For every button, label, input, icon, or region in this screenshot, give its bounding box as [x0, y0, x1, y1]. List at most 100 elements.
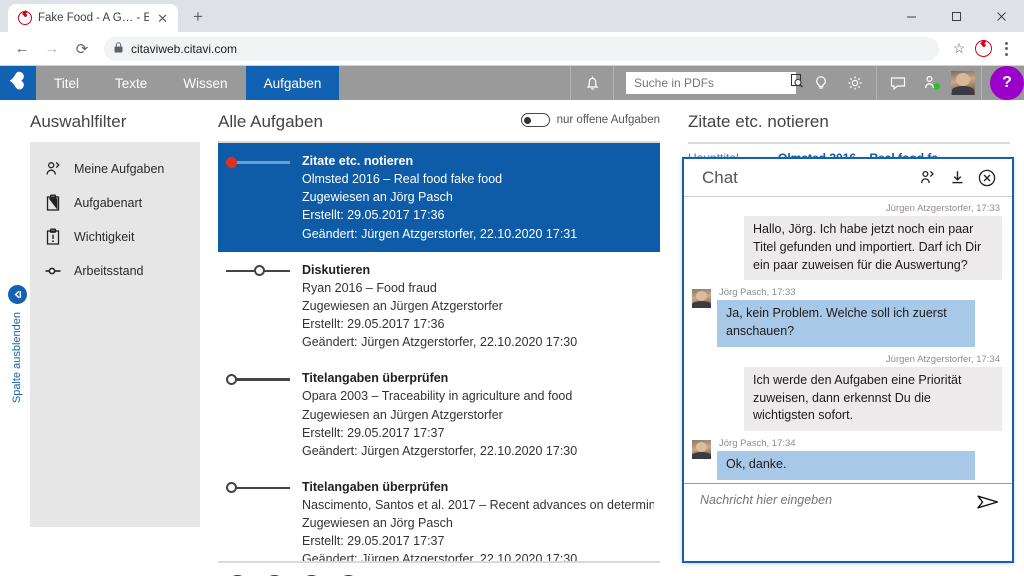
task-created: Erstellt: 29.05.2017 17:36 — [302, 317, 445, 331]
filter-item-meine-aufgaben[interactable]: Meine Aufgaben — [30, 152, 200, 186]
filter-label: Wichtigkeit — [74, 230, 135, 244]
send-icon[interactable] — [976, 493, 1000, 516]
pdf-search-icon[interactable] — [789, 73, 805, 94]
browser-tab-strip: Fake Food - A G… - Excerp ✕ + — [0, 0, 1024, 32]
chat-participants-icon[interactable] — [912, 163, 942, 193]
lock-icon — [114, 41, 123, 56]
task-title: Titelangaben überprüfen — [302, 371, 449, 386]
filters-title: Auswahlfilter — [30, 112, 127, 131]
chat-close-icon[interactable] — [972, 163, 1002, 193]
app-bar-spacer — [339, 66, 570, 100]
task-title: Diskutieren — [302, 262, 371, 277]
collaboration-group — [876, 66, 981, 100]
task-title: Zitate etc. notieren — [302, 154, 414, 168]
nav-item-aufgaben[interactable]: Aufgaben — [245, 66, 340, 100]
lightbulb-icon[interactable] — [806, 66, 836, 100]
bookmark-star-icon[interactable]: ☆ — [947, 40, 971, 57]
search-input[interactable] — [634, 76, 789, 90]
tab-close-icon[interactable]: ✕ — [155, 12, 170, 25]
task-modified: Geändert: Jürgen Atzgerstorfer, 22.10.20… — [302, 552, 578, 561]
nav-item-titel[interactable]: Titel — [36, 66, 97, 100]
task-modified: Geändert: Jürgen Atzgerstorfer, 22.10.20… — [302, 443, 578, 458]
chat-message-text: Ok, danke. — [717, 451, 975, 480]
reload-button[interactable]: ⟳ — [68, 35, 96, 63]
task-created: Erstellt: 29.05.2017 17:36 — [302, 208, 445, 223]
open-tasks-toggle[interactable]: nur offene Aufgaben — [520, 113, 660, 127]
tasks-title: Alle Aufgaben — [218, 112, 323, 131]
detail-title: Zitate etc. notieren — [688, 112, 829, 131]
person-icon — [44, 160, 62, 178]
filter-label: Arbeitsstand — [74, 264, 144, 278]
chat-panel: Chat Jürgen Atzgerstorfer, 17:33 Hallo, … — [682, 157, 1014, 563]
task-row[interactable]: Titelangaben überprüfen Nascimento, Sant… — [218, 469, 660, 561]
filter-item-arbeitsstand[interactable]: Arbeitsstand — [30, 254, 200, 288]
collapse-column-label: Spalte ausblenden — [11, 312, 23, 404]
task-title: Titelangaben überprüfen — [302, 479, 449, 494]
chat-avatar — [692, 289, 711, 309]
chat-messages: Jürgen Atzgerstorfer, 17:33 Hallo, Jörg.… — [684, 197, 1012, 483]
gear-icon[interactable] — [840, 66, 870, 100]
citavi-logo-button[interactable]: ❥ — [0, 66, 36, 100]
help-button[interactable]: ? — [990, 66, 1024, 100]
address-bar[interactable]: citaviweb.citavi.com — [104, 36, 939, 61]
citavi-app-bar: ❥ Titel Texte Wissen Aufgaben Suche in P… — [0, 66, 1024, 100]
task-content: Titelangaben überprüfen Opara 2003 – Tra… — [302, 369, 654, 460]
slider-icon — [44, 262, 62, 280]
chat-download-icon[interactable] — [942, 163, 972, 193]
nav-item-texte[interactable]: Texte — [97, 66, 165, 100]
task-reference: Nascimento, Santos et al. 2017 – Recent … — [302, 498, 654, 512]
task-row[interactable]: Titelangaben überprüfen Opara 2003 – Tra… — [218, 360, 660, 469]
forward-button[interactable]: → — [38, 35, 66, 63]
window-controls — [889, 0, 1024, 32]
task-content: Zitate etc. notieren Olmsted 2016 – Real… — [302, 152, 654, 243]
task-progress-marker — [226, 154, 296, 170]
user-avatar[interactable] — [951, 71, 975, 95]
back-button[interactable]: ← — [8, 35, 36, 63]
task-modified: Geändert: Jürgen Atzgerstorfer, 22.10.20… — [302, 226, 578, 241]
citavi-extension-icon[interactable] — [975, 40, 992, 57]
nav-item-wissen[interactable]: Wissen — [165, 66, 245, 100]
filter-item-aufgabenart[interactable]: Aufgabenart — [30, 186, 200, 220]
new-tab-button[interactable]: + — [184, 3, 212, 31]
chat-title: Chat — [702, 167, 738, 187]
help-group: ? — [981, 66, 1024, 100]
toggle-switch[interactable] — [520, 113, 550, 127]
window-minimize-button[interactable] — [889, 0, 934, 32]
citavi-favicon-icon — [18, 11, 32, 25]
chat-message-input[interactable] — [700, 493, 968, 507]
collapse-column-button[interactable]: Spalte ausblenden — [6, 285, 28, 403]
task-reference: Ryan 2016 – Food fraud — [302, 280, 437, 295]
window-maximize-button[interactable] — [934, 0, 979, 32]
tasks-list: Zitate etc. notieren Olmsted 2016 – Real… — [218, 141, 660, 561]
tasks-toolbar — [218, 561, 660, 576]
task-row[interactable]: Diskutieren Ryan 2016 – Food fraud Zugew… — [218, 252, 660, 361]
task-row[interactable]: Zitate etc. notieren Olmsted 2016 – Real… — [218, 143, 660, 252]
browser-toolbar: ← → ⟳ citaviweb.citavi.com ☆ — [0, 32, 1024, 66]
pdf-search-box[interactable] — [626, 72, 803, 94]
window-close-button[interactable] — [979, 0, 1024, 32]
task-assignee: Zugewiesen an Jürgen Atzgerstorfer — [302, 298, 503, 313]
comment-icon[interactable] — [883, 66, 913, 100]
chat-message-meta: Jörg Pasch, 17:34 — [719, 438, 796, 449]
filter-label: Aufgabenart — [74, 196, 143, 210]
filters-column: Auswahlfilter Meine Aufgaben Aufgabenart… — [0, 100, 200, 576]
browser-tab-title: Fake Food - A G… - Excerp — [38, 12, 150, 24]
bell-icon[interactable] — [577, 66, 607, 100]
toggle-label: nur offene Aufgaben — [556, 114, 660, 126]
browser-tab[interactable]: Fake Food - A G… - Excerp ✕ — [8, 4, 178, 32]
notification-group — [570, 66, 613, 100]
chat-message: Jörg Pasch, 17:33 Ja, kein Problem. Welc… — [692, 287, 1002, 347]
chat-message-meta: Jörg Pasch, 17:33 — [719, 287, 796, 299]
arrow-left-circle-icon — [7, 285, 27, 304]
address-bar-url: citaviweb.citavi.com — [131, 41, 238, 56]
filter-item-wichtigkeit[interactable]: Wichtigkeit — [30, 220, 200, 254]
browser-menu-icon[interactable] — [996, 37, 1016, 61]
task-reference: Opara 2003 – Traceability in agriculture… — [302, 389, 573, 404]
chat-message-text: Ja, kein Problem. Welche soll ich zuerst… — [717, 300, 975, 347]
clipboard-filled-icon — [44, 194, 62, 212]
task-progress-marker — [226, 371, 296, 387]
tasks-header: Alle Aufgaben nur offene Aufgaben — [218, 112, 660, 141]
task-progress-marker — [226, 263, 296, 279]
people-online-icon[interactable] — [917, 66, 947, 100]
filters-list: Meine Aufgaben Aufgabenart Wichtigkeit A… — [30, 142, 200, 527]
